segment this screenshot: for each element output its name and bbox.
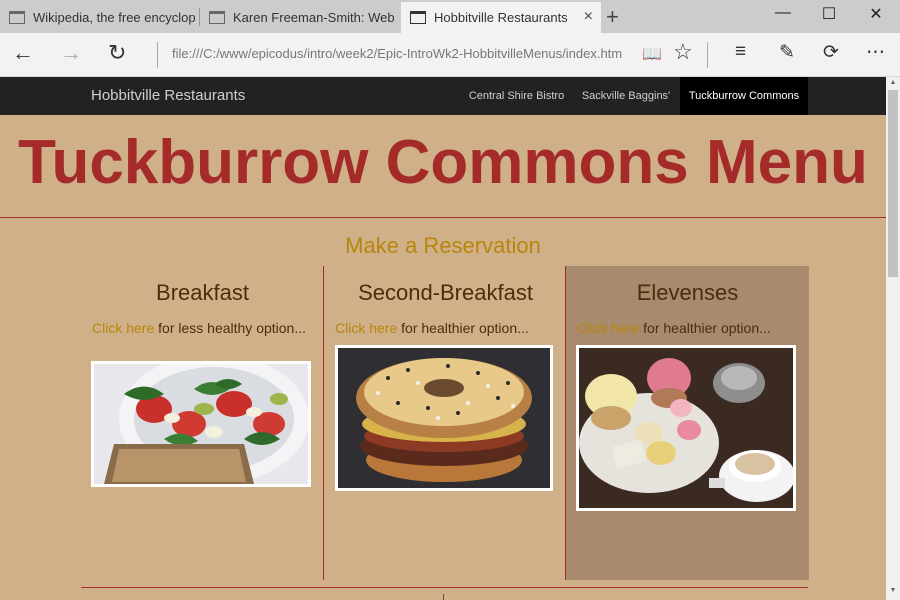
tab-title: Karen Freeman-Smith: Web [233, 10, 395, 25]
share-icon[interactable]: ⟳ [823, 41, 839, 64]
elevenses-photo[interactable] [576, 345, 796, 511]
tab-hobbitville[interactable]: Hobbitville Restaurants × [401, 2, 601, 33]
page-icon [410, 11, 426, 24]
back-icon[interactable]: ← [12, 40, 34, 66]
reading-view-icon[interactable]: 📖 [642, 44, 662, 64]
scroll-thumb[interactable] [888, 90, 898, 277]
menu-heading: Breakfast [156, 280, 249, 305]
nav-link-tuckburrow-commons[interactable]: Tuckburrow Commons [680, 77, 808, 115]
menu-description-text: for less healthy option... [154, 320, 307, 336]
menu-description: Click here for healthier option... [577, 320, 802, 337]
tab-bar: Wikipedia, the free encyclop Karen Freem… [0, 0, 900, 33]
url-field[interactable]: file:///C:/www/epicodus/intro/week2/Epic… [172, 46, 638, 61]
menu-description-text: for healthier option... [397, 320, 529, 336]
salad-toast-image [94, 364, 308, 484]
brand-link[interactable]: Hobbitville Restaurants [91, 87, 245, 104]
menu-column-elevenses: Elevenses Click here for healthier optio… [566, 266, 809, 580]
address-bar: ← → ↻ file:///C:/www/epicodus/intro/week… [0, 33, 900, 77]
more-icon[interactable]: ⋯ [866, 41, 885, 64]
reservation-link[interactable]: Make a Reservation [0, 233, 886, 259]
click-here-link[interactable]: Click here [577, 320, 639, 336]
nav-link-central-shire-bistro[interactable]: Central Shire Bistro [461, 77, 572, 115]
tab-title: Hobbitville Restaurants [434, 10, 568, 25]
divider-tick [443, 594, 444, 600]
toolbar-separator [707, 42, 708, 68]
menu-column-second-breakfast: Second-Breakfast Click here for healthie… [324, 266, 567, 580]
second-breakfast-photo[interactable] [335, 345, 553, 491]
click-here-link[interactable]: Click here [92, 320, 154, 336]
menu-heading: Second-Breakfast [358, 280, 533, 305]
title-divider [0, 217, 886, 218]
tab-karen[interactable]: Karen Freeman-Smith: Web [200, 2, 401, 33]
new-tab-icon[interactable]: + [606, 4, 619, 30]
scroll-down-icon[interactable]: ▼ [886, 587, 900, 594]
nav-link-sackville-baggins[interactable]: Sackville Baggins' [572, 77, 680, 115]
forward-icon[interactable]: → [60, 40, 82, 66]
page-icon [9, 11, 25, 24]
footer-divider [81, 587, 808, 588]
menu-description: Click here for less healthy option... [92, 320, 317, 337]
page-title: Tuckburrow Commons Menu [18, 128, 868, 197]
web-note-icon[interactable]: ✎ [779, 41, 795, 64]
menu-description-text: for healthier option... [639, 320, 771, 336]
address-separator [157, 42, 158, 68]
minimize-icon[interactable]: — [760, 4, 806, 22]
close-tab-icon[interactable]: × [584, 8, 593, 26]
menu-heading: Elevenses [636, 280, 739, 305]
page-icon [209, 11, 225, 24]
refresh-icon[interactable]: ↻ [108, 40, 126, 66]
tab-wikipedia[interactable]: Wikipedia, the free encyclop [0, 2, 199, 33]
breakfast-photo[interactable] [91, 361, 311, 487]
hub-icon[interactable]: ≡ [735, 41, 746, 63]
cupcakes-tea-image [579, 348, 793, 508]
tab-title: Wikipedia, the free encyclop [33, 10, 196, 25]
click-here-link[interactable]: Click here [335, 320, 397, 336]
menu-description: Click here for healthier option... [335, 320, 560, 337]
donut-sandwich-image [338, 348, 550, 488]
menu-column-breakfast: Breakfast Click here for less healthy op… [81, 266, 324, 580]
maximize-icon[interactable]: ☐ [806, 4, 852, 24]
favorite-star-icon[interactable]: ☆ [673, 39, 693, 65]
scroll-up-icon[interactable]: ▲ [886, 79, 900, 86]
close-window-icon[interactable]: ✕ [853, 4, 899, 24]
site-navbar: Hobbitville Restaurants Central Shire Bi… [0, 77, 886, 115]
page-scrollbar[interactable]: ▲ ▼ [886, 77, 900, 600]
